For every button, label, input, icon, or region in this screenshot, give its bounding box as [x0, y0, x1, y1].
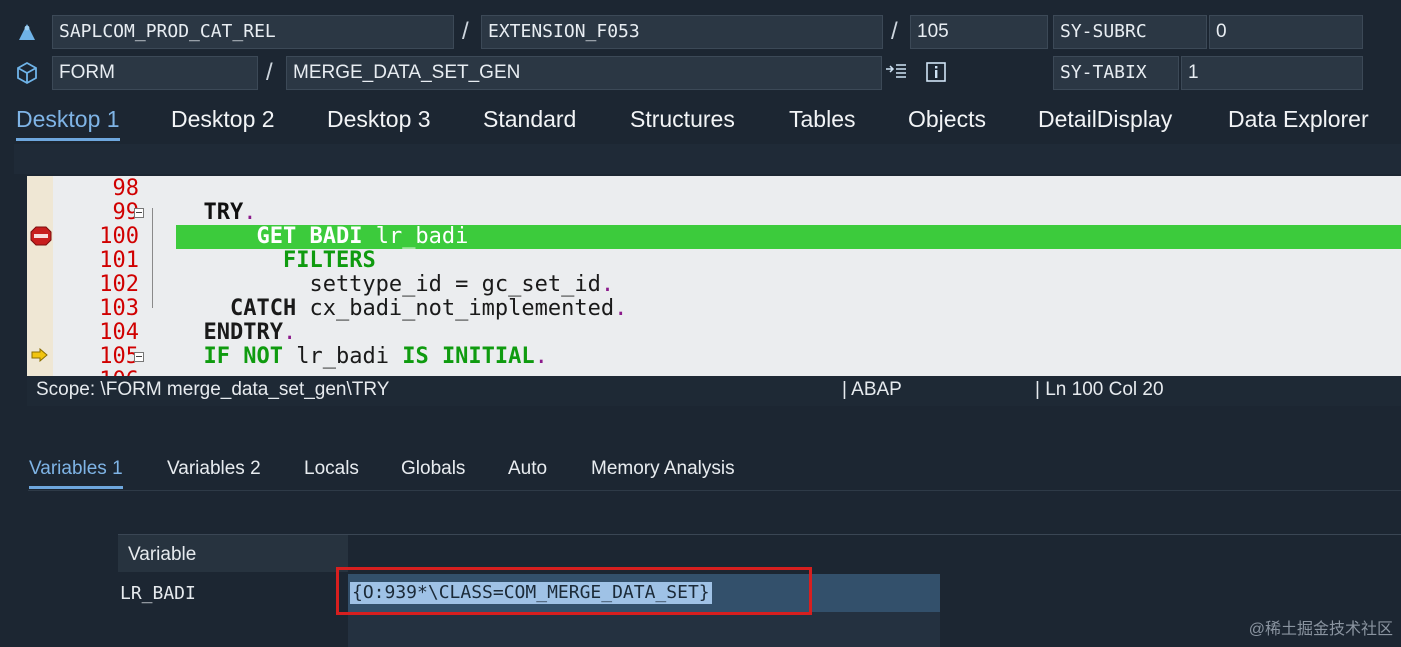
line-number: 101 — [99, 248, 139, 273]
separator: / — [462, 18, 469, 45]
editor-status-bar: Scope: \FORM merge_data_set_gen\TRY | AB… — [27, 376, 1401, 406]
line-number: 106 — [53, 369, 139, 377]
debugger-icon — [19, 24, 35, 40]
line-number: 103 — [99, 296, 139, 321]
variable-column-header[interactable]: Variable — [118, 534, 348, 572]
sy-subrc-label: SY-SUBRC — [1053, 15, 1207, 49]
empty-value-cell — [348, 612, 940, 647]
tab-desktop-1[interactable]: Desktop 1 — [16, 100, 120, 141]
tab-tables[interactable]: Tables — [789, 100, 855, 138]
variables-table: Variable LR_BADI {O:939*\CLASS=COM_MERGE… — [38, 534, 1401, 647]
variable-tabs: Variables 1 Variables 2 Locals Globals A… — [28, 452, 1401, 491]
tab-locals[interactable]: Locals — [304, 452, 359, 486]
line-number: 100 — [99, 224, 139, 249]
program-field[interactable]: SAPLCOM_PROD_CAT_REL — [52, 15, 454, 49]
fold-toggle[interactable] — [134, 352, 144, 362]
tab-memory-analysis[interactable]: Memory Analysis — [591, 452, 735, 486]
tab-data-explorer[interactable]: Data Explorer — [1228, 100, 1369, 138]
scope-text: Scope: \FORM merge_data_set_gen\TRY — [36, 379, 390, 400]
sy-tabix-label: SY-TABIX — [1053, 56, 1179, 90]
fold-column — [139, 176, 173, 376]
tab-desktop-2[interactable]: Desktop 2 — [171, 100, 275, 138]
code-line: ENDTRY. — [203, 320, 297, 345]
cube-icon — [17, 61, 37, 85]
fold-toggle[interactable] — [134, 208, 144, 218]
code-line: GET BADI lr_badi — [256, 224, 469, 249]
tab-variables-2[interactable]: Variables 2 — [167, 452, 261, 486]
code-line: FILTERS — [282, 248, 376, 273]
cursor-position: | Ln 100 Col 20 — [1035, 379, 1164, 400]
code-editor[interactable]: 98 99 100 101 102 103 104 105 106 TRY. G… — [27, 176, 1401, 376]
sy-tabix-value[interactable]: 1 — [1181, 56, 1363, 90]
desktop-tabs: Desktop 1 Desktop 2 Desktop 3 Standard S… — [14, 100, 1401, 145]
separator: / — [266, 59, 273, 86]
watermark: @稀土掘金技术社区 — [1248, 621, 1393, 638]
sy-subrc-value[interactable]: 0 — [1209, 15, 1363, 49]
highlight-callout-box — [336, 567, 812, 615]
line-number: 105 — [99, 344, 139, 369]
line-number: 99 — [112, 200, 140, 225]
line-field[interactable]: 105 — [910, 15, 1048, 49]
code-line: TRY. — [203, 200, 257, 225]
tab-detail-display[interactable]: DetailDisplay — [1038, 100, 1172, 138]
event-field[interactable]: MERGE_DATA_SET_GEN — [286, 56, 882, 90]
separator: / — [891, 18, 898, 45]
execution-arrow-icon — [31, 348, 48, 362]
line-number: 104 — [99, 320, 139, 345]
variable-name[interactable]: LR_BADI — [120, 580, 196, 608]
tab-globals[interactable]: Globals — [401, 452, 465, 486]
line-number: 102 — [99, 272, 139, 297]
tab-objects[interactable]: Objects — [908, 100, 986, 138]
code-line: settype_id = gc_set_id. — [177, 272, 615, 297]
code-line: CATCH cx_badi_not_implemented. — [229, 296, 628, 321]
info-icon[interactable] — [924, 60, 950, 86]
tab-auto[interactable]: Auto — [508, 452, 547, 486]
tab-structures[interactable]: Structures — [630, 100, 735, 138]
tab-content-band — [14, 144, 1401, 174]
code-line: IF NOT lr_badi IS INITIAL. — [203, 344, 548, 369]
tab-standard[interactable]: Standard — [483, 100, 576, 138]
include-field[interactable]: EXTENSION_F053 — [481, 15, 883, 49]
line-number: 98 — [112, 176, 140, 201]
tab-variables-1[interactable]: Variables 1 — [29, 452, 123, 489]
tab-desktop-3[interactable]: Desktop 3 — [327, 100, 431, 138]
jump-to-line-icon[interactable] — [884, 60, 910, 86]
stop-breakpoint-icon[interactable] — [30, 226, 52, 246]
breakpoint-gutter[interactable] — [27, 176, 53, 376]
language-text: | ABAP — [842, 379, 902, 400]
type-field[interactable]: FORM — [52, 56, 258, 90]
